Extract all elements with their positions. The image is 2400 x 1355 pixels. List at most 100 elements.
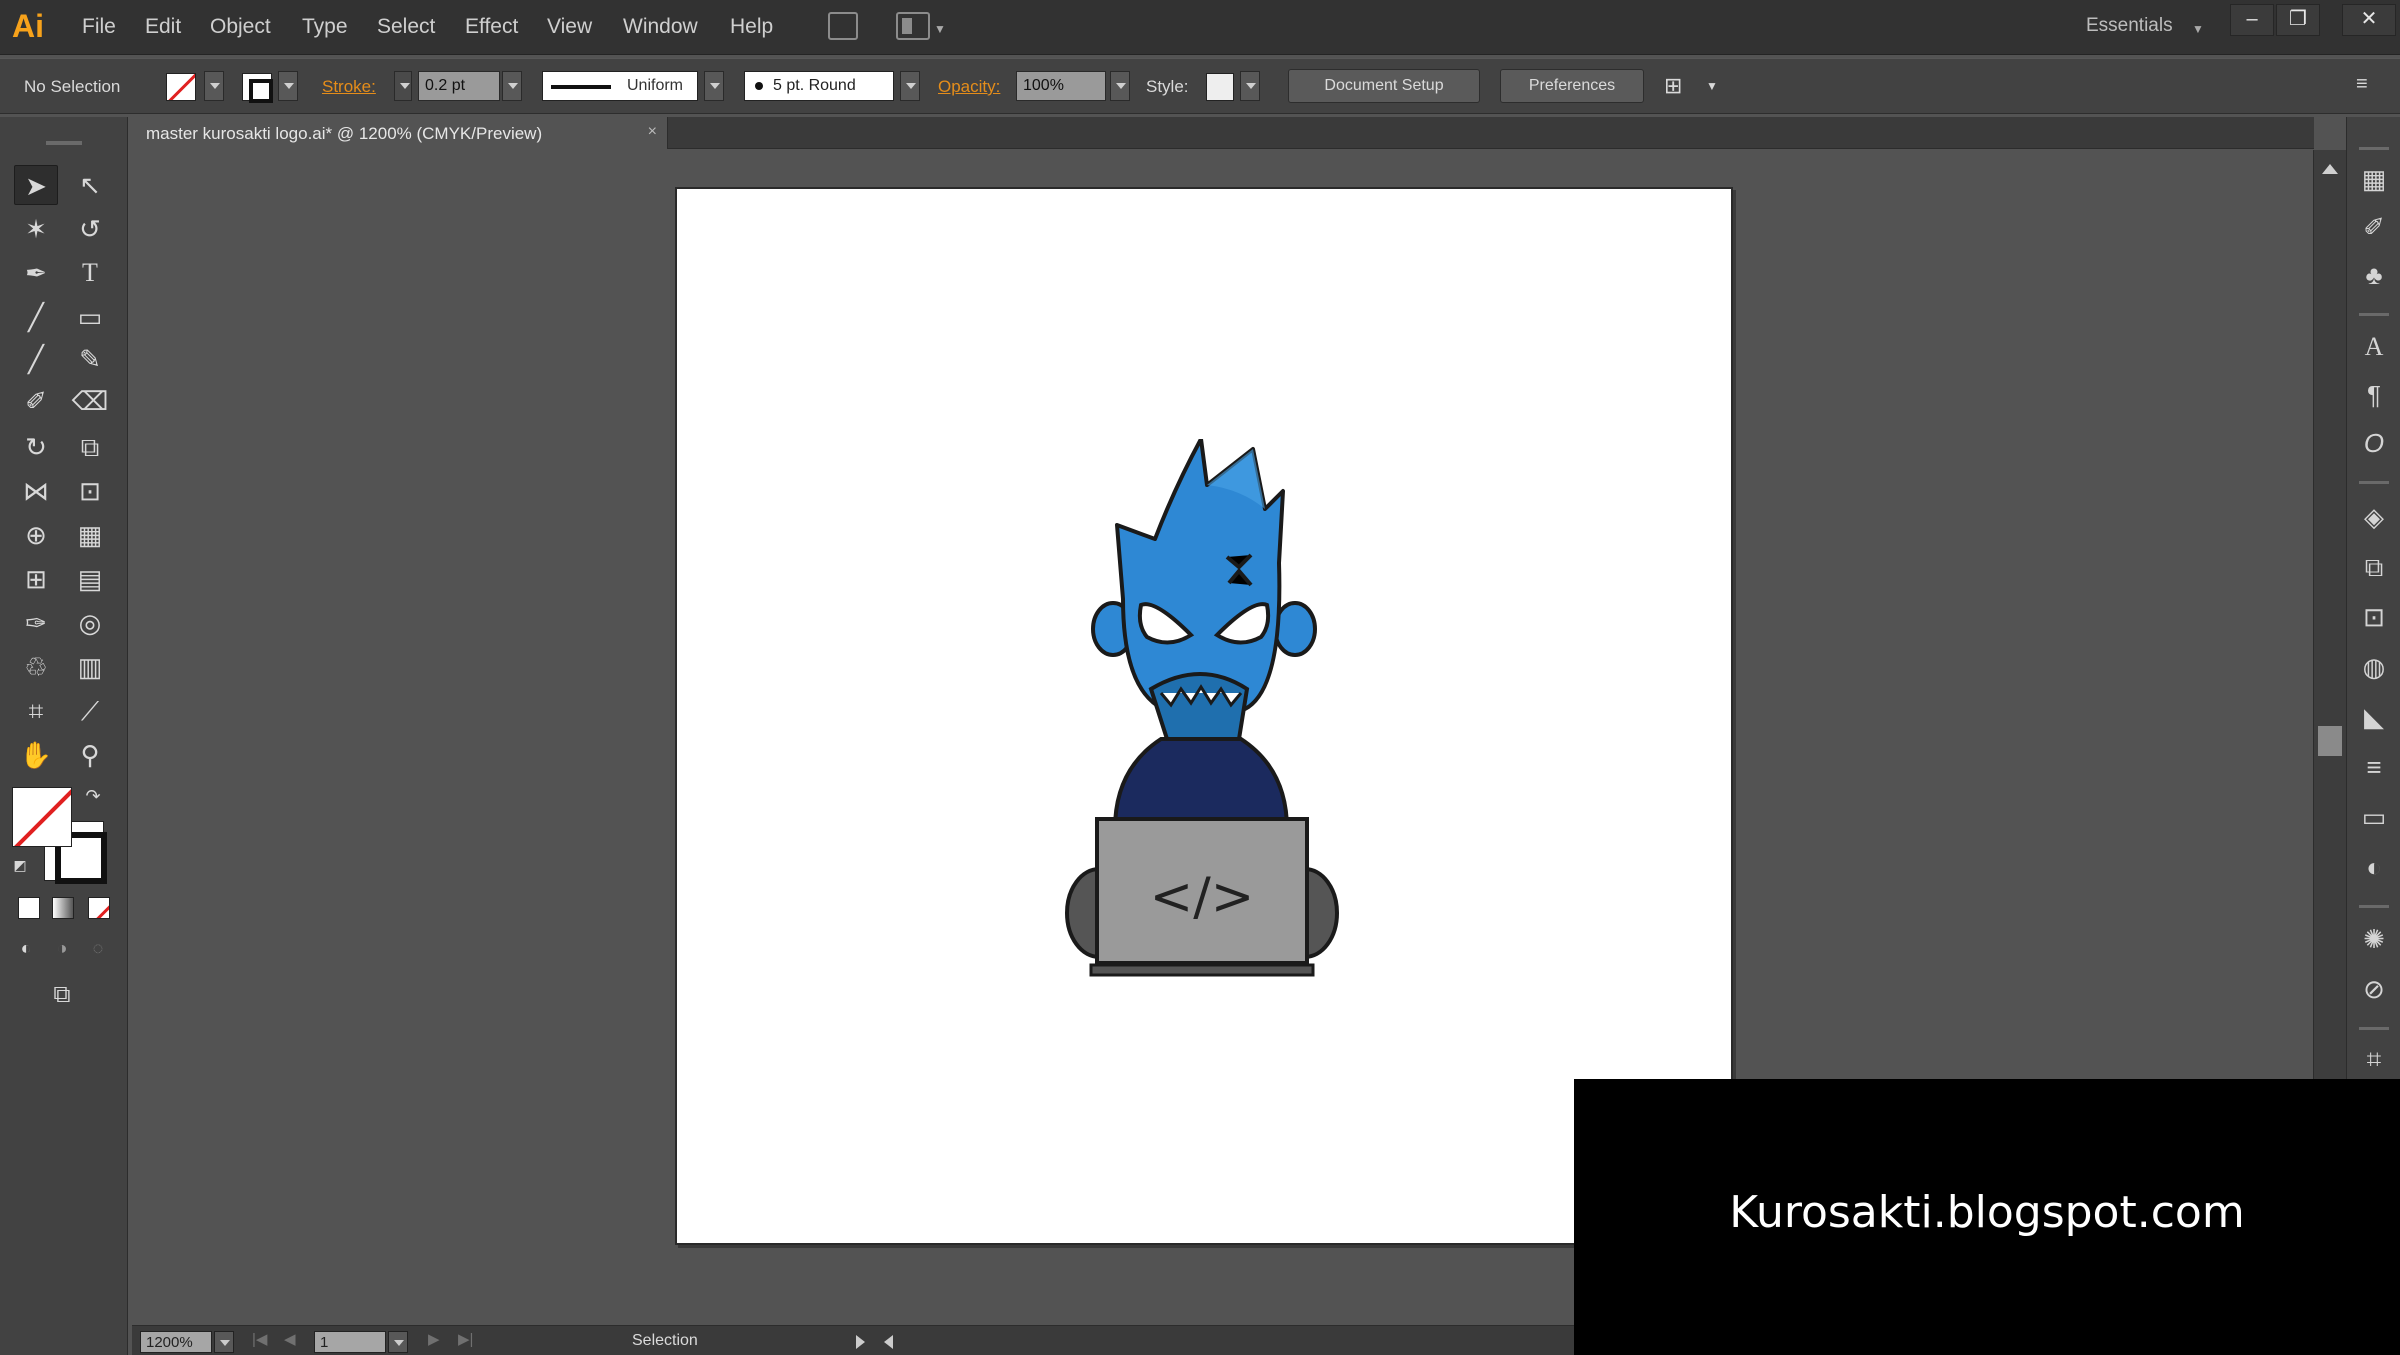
color-guide-panel-icon[interactable]: ✺ [2358,923,2390,955]
zoom-field[interactable]: 1200% [140,1331,212,1353]
menu-file[interactable]: File [82,15,116,39]
stroke-stepper[interactable] [394,71,412,101]
stroke-dropdown[interactable] [278,71,298,101]
zoom-dropdown[interactable] [214,1331,234,1353]
stroke-swatch[interactable] [242,73,273,103]
brushes-panel-icon[interactable]: ✐ [2358,211,2390,243]
brush-definition[interactable]: 5 pt. Round [744,71,894,101]
scroll-left-icon[interactable] [884,1335,893,1349]
slice-tool-icon[interactable]: ⟋ [68,691,112,731]
graphic-styles-panel-icon[interactable]: ◣ [2358,701,2390,733]
opacity-field[interactable]: 100% [1016,71,1106,101]
appearance-panel-icon[interactable]: ◍ [2358,651,2390,683]
workspace-switcher[interactable]: Essentials [2086,15,2173,37]
restore-button[interactable]: ❐ [2276,4,2320,36]
menu-type[interactable]: Type [302,15,348,39]
opacity-dropdown[interactable] [1110,71,1130,101]
swatches-panel-icon[interactable]: ▦ [2358,163,2390,195]
line-segment-tool-icon[interactable]: ╱ [14,297,58,337]
blob-brush-tool-icon[interactable]: ✐ [14,381,58,421]
eyedropper-tool-icon[interactable]: ✑ [14,603,58,643]
stroke-weight-dropdown[interactable] [502,71,522,101]
panel-grip[interactable] [46,141,82,145]
transparency-panel-icon[interactable]: ◐ [2358,851,2390,883]
minimize-button[interactable]: – [2230,4,2274,36]
arrange-documents-icon[interactable] [896,12,930,40]
direct-selection-tool-icon[interactable]: ↖ [68,165,112,205]
magic-wand-tool-icon[interactable]: ✶ [14,209,58,249]
mascot-illustration[interactable]: </> [1051,439,1351,989]
gradient-tool-icon[interactable]: ▤ [68,559,112,599]
gradient-mode-icon[interactable] [52,897,74,919]
chevron-down-icon[interactable]: ▼ [1706,79,1718,93]
last-artboard-icon[interactable]: ▶| [458,1330,473,1348]
document-tab[interactable]: master kurosakti logo.ai* @ 1200% (CMYK/… [132,117,668,149]
eraser-tool-icon[interactable]: ⌫ [68,381,112,421]
fill-swatch[interactable] [166,73,196,101]
draw-inside-icon[interactable]: ◌ [82,933,114,963]
swap-fill-stroke-icon[interactable]: ↷ [78,781,108,811]
document-arrange-icon[interactable]: ⊞ [1664,73,1682,99]
menu-help[interactable]: Help [730,15,773,39]
variable-width-profile[interactable]: Uniform [542,71,698,101]
type-tool-icon[interactable]: T [68,253,112,293]
screen-mode-icon[interactable]: ⧉ [40,977,84,1013]
fill-color-box[interactable] [12,787,72,847]
default-fill-stroke-icon[interactable]: ◩ [8,853,32,877]
status-menu-icon[interactable] [856,1335,865,1349]
menu-window[interactable]: Window [623,15,698,39]
artboard-dropdown[interactable] [388,1331,408,1353]
align-panel-icon[interactable]: ⌗ [2358,1043,2390,1075]
stroke-weight-field[interactable]: 0.2 pt [418,71,500,101]
menu-edit[interactable]: Edit [145,15,181,39]
shape-builder-tool-icon[interactable]: ⊕ [14,515,58,555]
layers-panel-icon[interactable]: ◈ [2358,501,2390,533]
free-transform-tool-icon[interactable]: ⊡ [68,471,112,511]
rotate-tool-icon[interactable]: ↻ [14,427,58,467]
brush-dropdown[interactable] [900,71,920,101]
opacity-label[interactable]: Opacity: [938,77,1000,97]
pen-tool-icon[interactable]: ✒ [14,253,58,293]
none-mode-icon[interactable] [88,897,110,919]
close-button[interactable]: ✕ [2342,4,2396,36]
opentype-panel-icon[interactable]: O [2358,427,2390,459]
gradient-panel-icon[interactable]: ▭ [2358,801,2390,833]
scroll-thumb[interactable] [2318,726,2342,756]
fill-dropdown[interactable] [204,71,224,101]
document-setup-button[interactable]: Document Setup [1288,69,1480,103]
first-artboard-icon[interactable]: |◀ [252,1330,267,1348]
preferences-button[interactable]: Preferences [1500,69,1644,103]
chevron-down-icon[interactable]: ▼ [934,22,946,36]
close-tab-icon[interactable]: × [648,123,657,141]
blend-tool-icon[interactable]: ◎ [68,603,112,643]
symbols-panel-icon[interactable]: ♣ [2358,259,2390,291]
links-panel-icon[interactable]: ⊘ [2358,973,2390,1005]
scroll-up-icon[interactable] [2322,164,2338,174]
scale-tool-icon[interactable]: ⧉ [68,427,112,467]
zoom-tool-icon[interactable]: ⚲ [68,735,112,775]
artboards-panel-icon[interactable]: ⧉ [2358,551,2390,583]
pencil-tool-icon[interactable]: ✎ [68,339,112,379]
style-dropdown[interactable] [1240,71,1260,101]
menu-effect[interactable]: Effect [465,15,518,39]
panel-menu-icon[interactable]: ≡ [2356,73,2368,96]
graphic-style-swatch[interactable] [1206,73,1234,101]
transform-panel-icon[interactable]: ⊡ [2358,601,2390,633]
column-graph-tool-icon[interactable]: ▥ [68,647,112,687]
artboard-tool-icon[interactable]: ⌗ [14,691,58,731]
menu-view[interactable]: View [547,15,592,39]
variable-width-dropdown[interactable] [704,71,724,101]
paragraph-panel-icon[interactable]: ¶ [2358,379,2390,411]
hand-tool-icon[interactable]: ✋ [14,735,58,775]
draw-normal-icon[interactable]: ◐ [10,933,42,963]
selection-tool-icon[interactable]: ➤ [14,165,58,205]
menu-object[interactable]: Object [210,15,271,39]
rectangle-tool-icon[interactable]: ▭ [68,297,112,337]
mesh-tool-icon[interactable]: ⊞ [14,559,58,599]
character-panel-icon[interactable]: A [2358,331,2390,363]
symbol-sprayer-tool-icon[interactable]: ♲ [14,647,58,687]
bridge-icon[interactable] [828,12,858,40]
artboard-number-field[interactable]: 1 [314,1331,386,1353]
perspective-grid-tool-icon[interactable]: ▦ [68,515,112,555]
lasso-tool-icon[interactable]: ↺ [68,209,112,249]
